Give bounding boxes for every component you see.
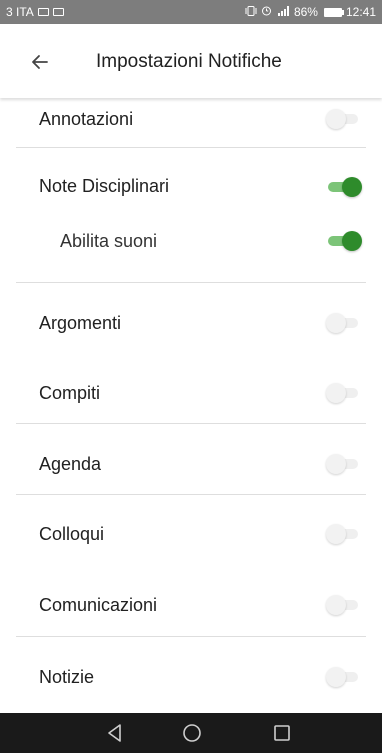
back-triangle-icon[interactable] — [103, 721, 127, 745]
settings-list: Annotazioni Note Disciplinari Abilita su… — [0, 98, 382, 709]
abilita-suoni-toggle[interactable] — [326, 230, 362, 252]
setting-label: Note Disciplinari — [39, 176, 170, 196]
signal-icon — [276, 5, 290, 19]
battery-icon — [323, 7, 344, 17]
status-bar: 3 ITA 86% 12:41 — [0, 0, 382, 24]
setting-label: Annotazioni — [39, 109, 134, 129]
image-notification-icon — [52, 8, 64, 16]
setting-label: Notizie — [39, 667, 95, 687]
carrier-label: 3 ITA — [6, 5, 34, 19]
status-left: 3 ITA — [6, 5, 64, 19]
setting-label: Argomenti — [39, 313, 122, 333]
setting-row-notizie: Notizie — [0, 637, 382, 709]
agenda-toggle[interactable] — [326, 453, 360, 475]
setting-label: Abilita suoni — [60, 231, 158, 251]
vibrate-icon — [245, 5, 257, 19]
battery-percent: 86% — [293, 5, 318, 19]
home-circle-icon[interactable] — [180, 721, 204, 745]
notizie-toggle[interactable] — [326, 666, 360, 688]
note-disciplinari-toggle[interactable] — [326, 176, 362, 198]
status-right: 86% 12:41 — [245, 5, 376, 19]
comunicazioni-toggle[interactable] — [326, 594, 360, 616]
setting-label: Agenda — [39, 454, 102, 474]
page-title: Impostazioni Notifiche — [96, 51, 282, 72]
compiti-toggle[interactable] — [326, 382, 360, 404]
setting-row-compiti: Compiti — [0, 353, 382, 424]
setting-row-agenda: Agenda — [0, 424, 382, 495]
argomenti-toggle[interactable] — [326, 312, 360, 334]
setting-row-comunicazioni: Comunicazioni — [0, 566, 382, 637]
setting-row-colloqui: Colloqui — [0, 495, 382, 566]
setting-row-annotazioni: Annotazioni — [0, 98, 382, 148]
setting-label: Compiti — [39, 383, 101, 403]
setting-row-argomenti: Argomenti — [0, 283, 382, 353]
arrow-left-icon[interactable] — [28, 50, 52, 74]
system-nav-bar — [0, 713, 382, 753]
alarm-icon — [261, 5, 272, 19]
app-bar: Impostazioni Notifiche — [0, 24, 382, 98]
setting-label: Comunicazioni — [39, 595, 158, 615]
status-time: 12:41 — [345, 5, 376, 19]
image-notification-icon — [37, 8, 49, 16]
setting-label: Colloqui — [39, 524, 105, 544]
recents-square-icon[interactable] — [270, 721, 294, 745]
setting-row-abilita-suoni: Abilita suoni — [0, 207, 382, 283]
colloqui-toggle[interactable] — [326, 523, 360, 545]
annotazioni-toggle[interactable] — [326, 108, 360, 130]
setting-row-note-disciplinari: Note Disciplinari — [0, 148, 382, 207]
